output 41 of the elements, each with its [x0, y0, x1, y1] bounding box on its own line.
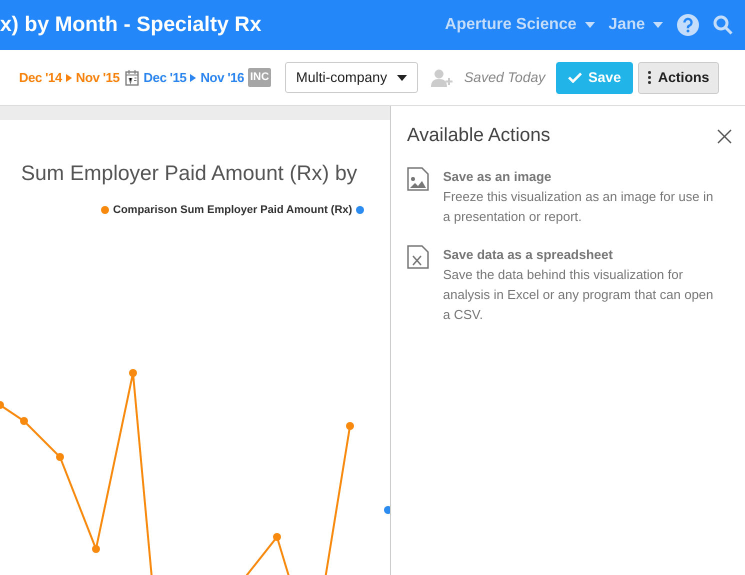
action-link[interactable]: Save as an image [443, 166, 715, 186]
caret-icon [653, 22, 663, 28]
panel-title: Available Actions [407, 124, 550, 148]
user-menu[interactable]: Jane [608, 13, 663, 37]
data-point [129, 369, 137, 377]
action-description: Freeze this visualization as an image for use in a presentation or report. [443, 188, 714, 226]
caret-icon [397, 74, 408, 80]
add-user-icon[interactable] [431, 68, 454, 86]
data-point [56, 453, 64, 461]
company-dropdown[interactable]: Multi-company [285, 62, 418, 93]
save-button[interactable]: Save [556, 62, 633, 94]
inc-badge: INC [248, 68, 272, 87]
data-point [20, 417, 28, 425]
arrow-icon [190, 74, 196, 82]
range-start: Dec '15 [144, 68, 186, 87]
organization-menu[interactable]: Aperture Science [444, 13, 595, 37]
range-start: Dec '14 [19, 68, 62, 87]
action-link[interactable]: Save data as a spreadsheet [443, 244, 715, 264]
close-icon[interactable] [717, 128, 732, 144]
action-description: Save the data behind this visualization for analysis in Excel or any program that can open a CSV. [443, 266, 714, 324]
spreadsheet-file-icon [407, 244, 429, 268]
data-point [273, 533, 281, 541]
image-file-icon [407, 166, 429, 190]
data-point [92, 545, 100, 553]
range-end: Nov '16 [200, 68, 244, 87]
data-point [346, 422, 354, 430]
data-point [0, 401, 4, 409]
help-icon[interactable] [677, 14, 699, 36]
calendar-icon[interactable] [124, 70, 139, 86]
data-point [384, 506, 390, 514]
caret-icon [584, 22, 595, 28]
actions-button[interactable]: Actions [638, 62, 720, 94]
chart-title: Sum Employer Paid Amount (Rx) by [21, 161, 358, 187]
range-end: Nov '15 [76, 68, 120, 87]
page-title: x) by Month - Specialty Rx [0, 12, 262, 38]
saved-status: Saved Today [464, 68, 546, 87]
search-icon[interactable] [713, 15, 733, 35]
arrow-icon [66, 74, 72, 82]
legend-label: Comparison Sum Employer Paid Amount (Rx) [113, 202, 352, 218]
check-icon [568, 72, 582, 83]
more-icon [648, 71, 651, 84]
